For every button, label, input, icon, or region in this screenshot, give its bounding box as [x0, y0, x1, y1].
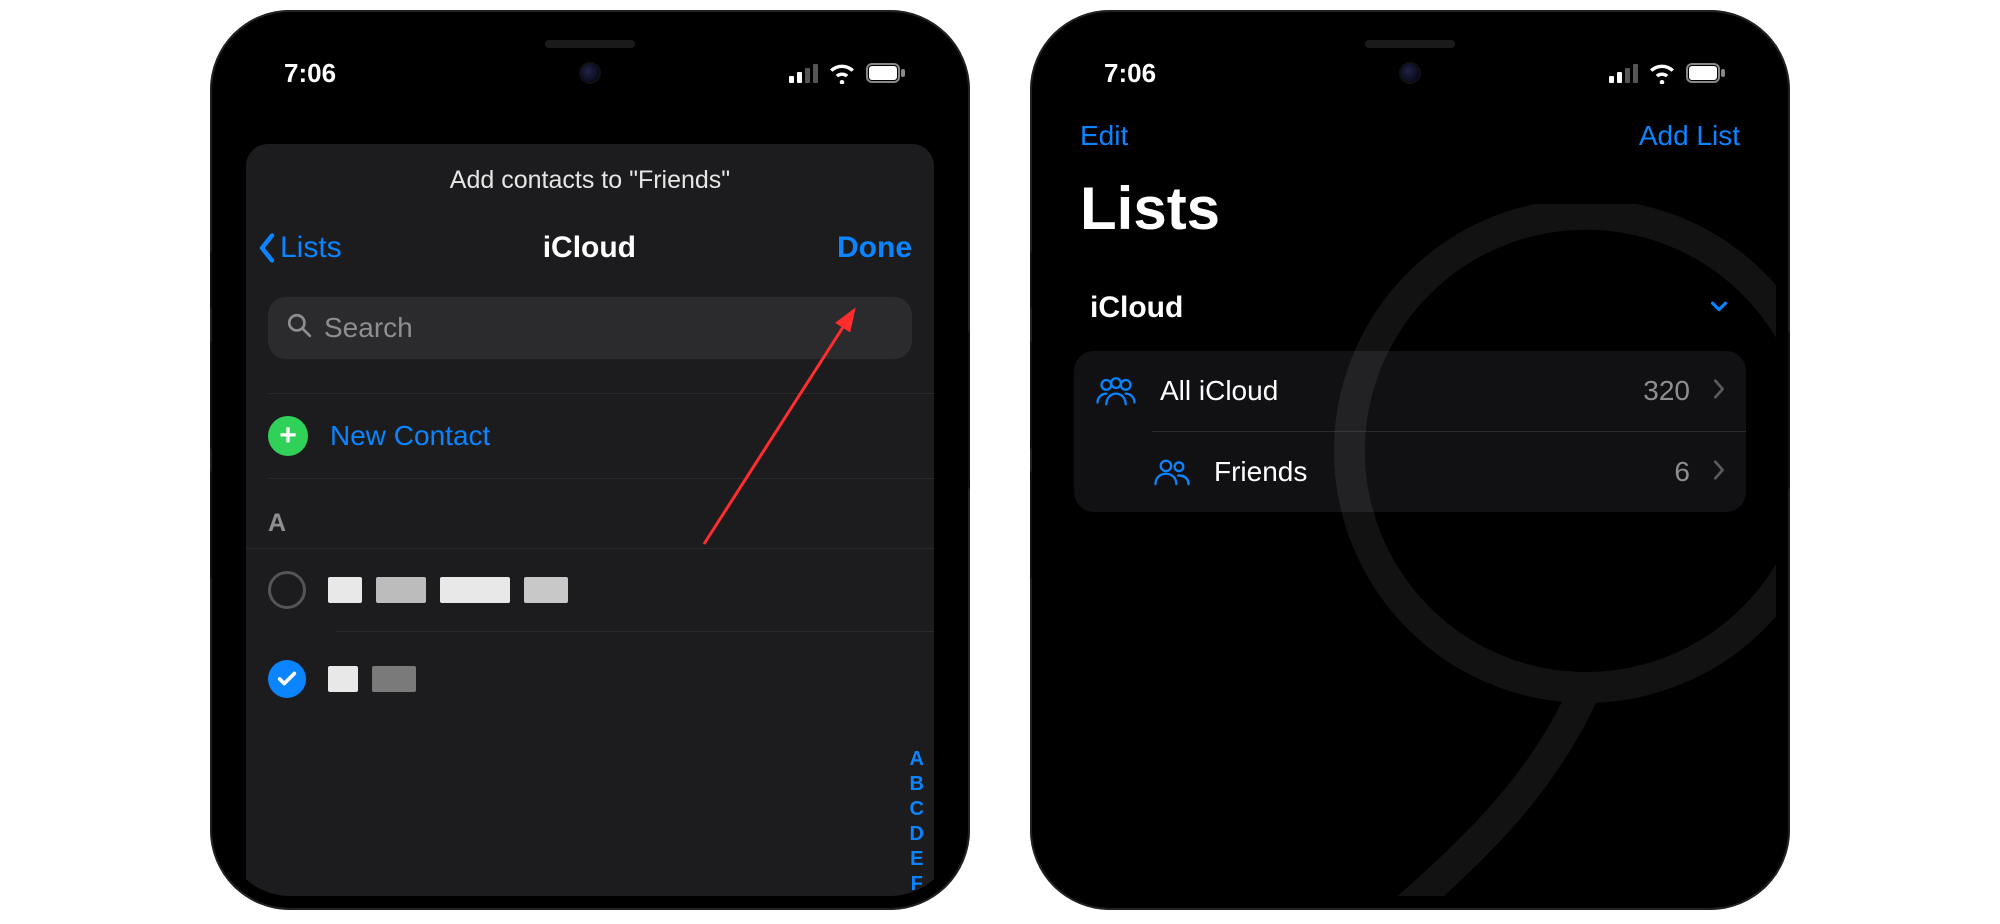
search-field[interactable]: Search: [268, 297, 912, 359]
plus-icon: +: [268, 416, 308, 456]
list-row-count: 320: [1643, 375, 1690, 407]
status-time: 7:06: [1104, 58, 1156, 89]
list-row-label: Friends: [1214, 456, 1307, 488]
contact-row[interactable]: [246, 549, 934, 631]
sheet-title: Add contacts to "Friends": [246, 144, 934, 203]
new-contact-row[interactable]: + New Contact: [246, 394, 934, 478]
account-header[interactable]: iCloud: [1044, 273, 1776, 343]
phone-right: 7:06 Edit Add List Lists iCloud: [1030, 10, 1790, 910]
cellular-icon: [789, 63, 818, 83]
back-button[interactable]: Lists: [256, 231, 342, 265]
nav-title: iCloud: [543, 231, 636, 265]
search-placeholder: Search: [324, 312, 413, 344]
battery-icon: [1686, 63, 1726, 83]
radio-unchecked-icon[interactable]: [268, 571, 306, 609]
account-label: iCloud: [1090, 291, 1183, 325]
page-title: Lists: [1044, 160, 1776, 273]
new-contact-label: New Contact: [330, 420, 490, 452]
cellular-icon: [1609, 63, 1638, 83]
status-time: 7:06: [284, 58, 336, 89]
chevron-down-icon: [1708, 291, 1730, 325]
group-three-icon: [1094, 376, 1138, 406]
lists-card: All iCloud 320 Friends: [1074, 351, 1746, 512]
list-row-friends[interactable]: Friends 6: [1152, 431, 1746, 512]
contact-name-redacted: [328, 577, 568, 603]
chevron-right-icon: [1712, 456, 1726, 488]
list-row-all-icloud[interactable]: All iCloud 320: [1074, 351, 1746, 431]
wifi-icon: [1648, 62, 1676, 84]
back-label: Lists: [280, 231, 342, 265]
radio-checked-icon[interactable]: [268, 660, 306, 698]
search-icon: [286, 312, 312, 345]
battery-icon: [866, 63, 906, 83]
index-rail[interactable]: A B C D E F: [910, 748, 924, 896]
group-two-icon: [1152, 458, 1192, 486]
edit-button[interactable]: Edit: [1080, 120, 1128, 152]
list-row-count: 6: [1674, 456, 1690, 488]
list-row-label: All iCloud: [1160, 375, 1278, 407]
done-button[interactable]: Done: [837, 231, 912, 265]
modal-sheet: Add contacts to "Friends" Lists iCloud D…: [246, 144, 934, 896]
contact-name-redacted: [328, 666, 416, 692]
section-index-letter: A: [246, 479, 934, 549]
contact-row[interactable]: [246, 632, 934, 720]
wifi-icon: [828, 62, 856, 84]
phone-left: 7:06 Add contacts to "Friends" Lists: [210, 10, 970, 910]
add-list-button[interactable]: Add List: [1639, 120, 1740, 152]
chevron-right-icon: [1712, 375, 1726, 407]
